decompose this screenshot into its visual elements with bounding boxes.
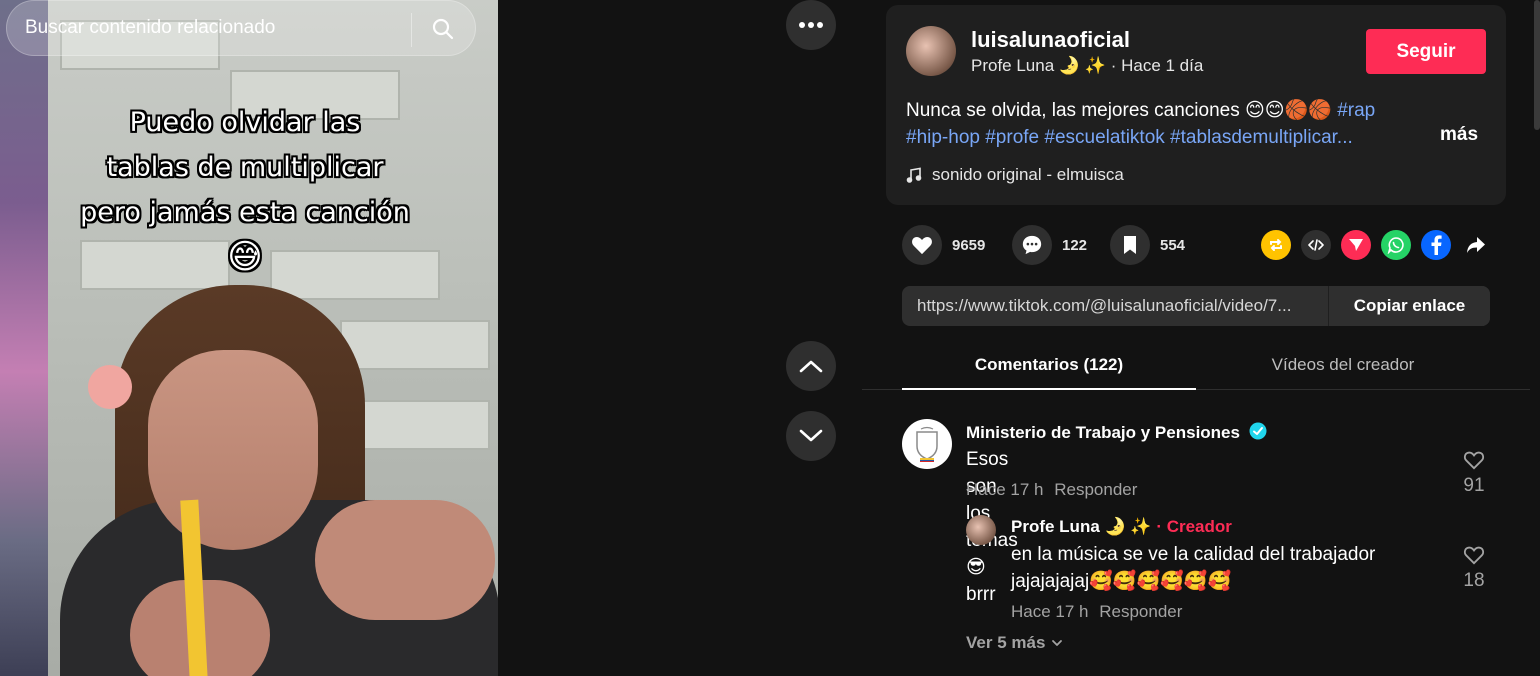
send-icon — [1349, 239, 1363, 251]
view-more-replies-button[interactable]: Ver 5 más — [966, 633, 1063, 653]
commenter-name[interactable]: Ministerio de Trabajo y Pensiones — [966, 423, 1240, 442]
more-button[interactable]: más — [1440, 124, 1478, 146]
more-options-button[interactable] — [786, 0, 836, 50]
overlay-line: Puedo olvidar las — [129, 107, 361, 138]
panel-tabs: Comentarios (122) Vídeos del creador — [862, 340, 1530, 390]
post-time: · Hace 1 día — [1110, 56, 1204, 75]
next-video-button[interactable] — [786, 411, 836, 461]
embed-button[interactable] — [1301, 230, 1331, 260]
search-bar — [6, 0, 476, 56]
search-icon — [432, 18, 454, 40]
repost-button[interactable] — [1261, 230, 1291, 260]
creator-username[interactable]: luisalunaoficial — [971, 27, 1130, 53]
verified-badge-icon — [1249, 422, 1267, 440]
reply-text: en la música se ve la calidad del trabaj… — [1011, 544, 1376, 592]
heart-outline-icon — [1463, 451, 1485, 470]
view-more-label: Ver 5 más — [966, 633, 1046, 652]
share-link-url[interactable]: https://www.tiktok.com/@luisalunaoficial… — [917, 286, 1322, 326]
whatsapp-icon — [1387, 237, 1404, 254]
search-divider — [411, 13, 412, 47]
post-description: Nunca se olvida, las mejores canciones 😊… — [906, 97, 1486, 151]
save-action[interactable]: 554 — [1110, 225, 1185, 265]
code-icon — [1308, 239, 1324, 251]
whatsapp-share-button[interactable] — [1381, 230, 1411, 260]
comment-like-count: 91 — [1463, 475, 1485, 496]
overlay-line: tablas de multiplicar — [106, 152, 384, 183]
chevron-down-icon — [1052, 640, 1063, 646]
more-dots-icon — [799, 22, 823, 28]
music-link[interactable]: sonido original - elmuisca — [906, 165, 1124, 185]
reply-avatar[interactable] — [966, 515, 996, 545]
hashtag-links[interactable]: #hip-hop #profe #escuelatiktok #tablasde… — [906, 127, 1353, 148]
comment-count: 122 — [1062, 236, 1088, 254]
flower-hairclip — [88, 365, 132, 409]
scrollbar[interactable] — [1534, 0, 1540, 130]
search-input[interactable] — [25, 1, 405, 55]
facebook-icon — [1431, 235, 1442, 255]
like-count: 9659 — [952, 236, 986, 254]
follow-button[interactable]: Seguir — [1366, 29, 1486, 74]
music-note-icon — [906, 167, 922, 183]
tab-comments[interactable]: Comentarios (122) — [902, 340, 1196, 390]
copy-link-button[interactable]: Copiar enlace — [1328, 286, 1490, 326]
creator-avatar[interactable] — [906, 26, 956, 76]
comment-like-button[interactable]: 91 — [1454, 450, 1494, 497]
description-text: Nunca se olvida, las mejores canciones 😊… — [906, 100, 1338, 121]
comment-icon — [1022, 235, 1042, 255]
details-panel: luisalunaoficial Profe Luna 🌛 ✨ · Hace 1… — [862, 0, 1540, 676]
creator-display-name: Profe Luna 🌛 ✨ — [971, 56, 1106, 75]
creator-subline: Profe Luna 🌛 ✨ · Hace 1 día — [971, 56, 1203, 76]
save-count: 554 — [1160, 236, 1186, 254]
creator-badge: · Creador — [1156, 517, 1232, 536]
tab-creator-videos[interactable]: Vídeos del creador — [1196, 340, 1490, 390]
share-link-box: https://www.tiktok.com/@luisalunaoficial… — [902, 286, 1490, 326]
like-action[interactable]: 9659 — [902, 225, 985, 265]
share-arrow-icon — [1467, 237, 1485, 253]
overlay-line: pero jamás esta canción — [80, 197, 410, 228]
heart-icon — [912, 236, 932, 255]
facebook-share-button[interactable] — [1421, 230, 1451, 260]
comment-action[interactable]: 122 — [1012, 225, 1087, 265]
repost-icon — [1270, 239, 1282, 251]
overlay-emoji: 😅 — [227, 237, 263, 277]
previous-video-button[interactable] — [786, 341, 836, 391]
bookmark-icon — [1124, 236, 1136, 254]
reply-button[interactable]: Responder — [1054, 480, 1137, 499]
reply-like-button[interactable]: 18 — [1454, 545, 1494, 592]
action-bar: 9659 122 554 — [902, 225, 1502, 265]
video-controls — [498, 0, 862, 676]
video-player[interactable]: Puedo olvidar las tablas de multiplicar … — [0, 0, 498, 676]
reply-time: Hace 17 h — [1011, 602, 1089, 621]
commenter-avatar[interactable] — [902, 419, 952, 469]
heart-outline-icon — [1463, 546, 1485, 565]
person — [60, 280, 498, 676]
coat-of-arms-icon — [916, 426, 938, 462]
reply-author-name[interactable]: Profe Luna 🌛 ✨ — [1011, 517, 1152, 536]
hashtag-link[interactable]: #rap — [1337, 100, 1375, 121]
send-to-friends-button[interactable] — [1341, 230, 1371, 260]
comment-time: Hace 17 h — [966, 480, 1044, 499]
music-title: sonido original - elmuisca — [932, 165, 1124, 184]
share-more-button[interactable] — [1461, 230, 1491, 260]
video-caption-overlay: Puedo olvidar las tablas de multiplicar … — [30, 100, 460, 279]
reply-button[interactable]: Responder — [1099, 602, 1182, 621]
chevron-up-icon — [799, 360, 823, 373]
reply-like-count: 18 — [1463, 570, 1485, 591]
search-button[interactable] — [423, 9, 463, 49]
chevron-down-icon — [799, 429, 823, 442]
post-info-card: luisalunaoficial Profe Luna 🌛 ✨ · Hace 1… — [886, 5, 1506, 205]
